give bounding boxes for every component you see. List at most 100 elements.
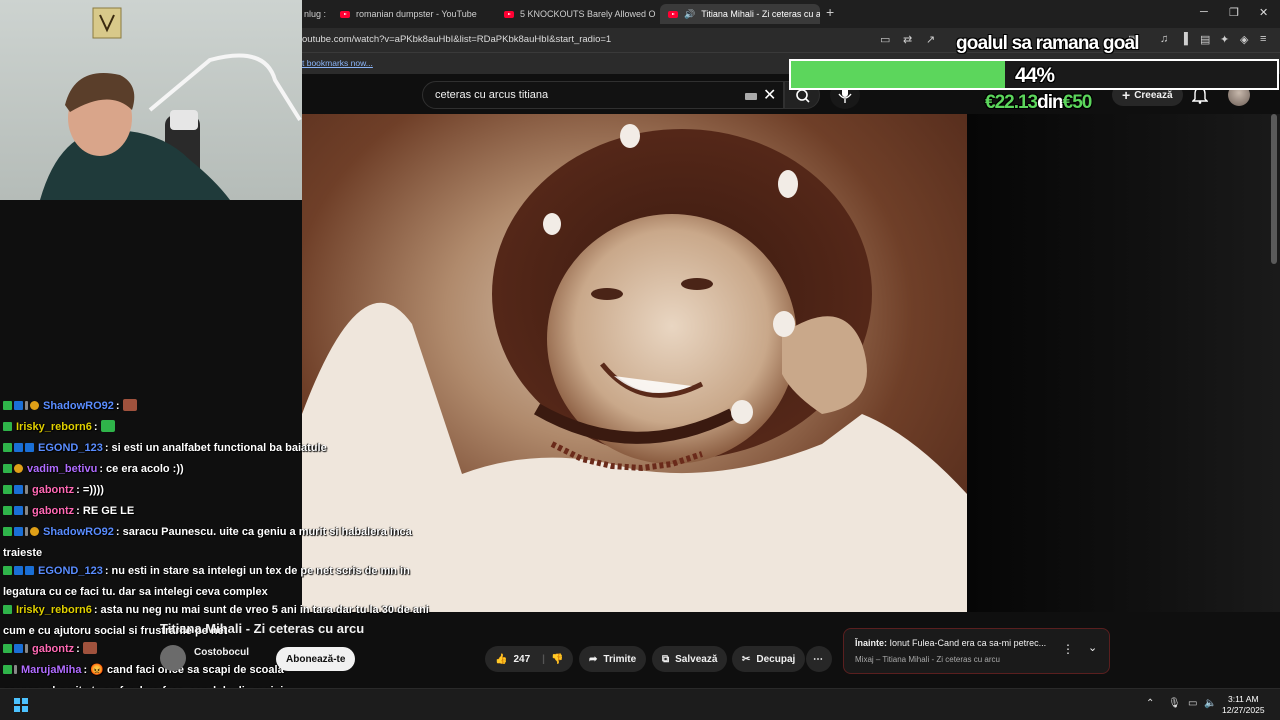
chat-username[interactable]: gabontz: [32, 484, 74, 496]
tab-label: romanian dumpster - YouTube: [356, 9, 477, 19]
chat-username[interactable]: EGOND_123: [38, 442, 103, 454]
windows-start-icon[interactable]: [14, 698, 28, 712]
import-bookmarks-link[interactable]: t bookmarks now...: [302, 58, 373, 68]
goal-progress-fill: [791, 61, 1005, 88]
subscribe-button[interactable]: Abonează-te: [276, 647, 356, 671]
chat-message: gabontz:: [3, 639, 97, 660]
chat-username[interactable]: Irisky_reborn6: [16, 604, 92, 616]
chat-message: Irisky_reborn6:: [3, 417, 115, 438]
volume-icon[interactable]: 🔈: [1204, 698, 1216, 709]
more-vert-icon[interactable]: ⋮: [1062, 642, 1074, 656]
shield-icon[interactable]: ◈: [1240, 33, 1248, 46]
channel-avatar[interactable]: [160, 645, 186, 671]
screen: { "browser": { "tabs": [ {"label": "nlug…: [0, 0, 1280, 720]
chat-username[interactable]: vadim_betivu: [27, 463, 97, 475]
sidebar-icon[interactable]: ▐: [1180, 33, 1188, 45]
chat-username[interactable]: ShadowRO92: [43, 526, 114, 538]
chat-username[interactable]: Irisky_reborn6: [16, 421, 92, 433]
chat-text: :: [115, 400, 123, 412]
page-scrollbar[interactable]: [1271, 114, 1277, 264]
tab-2[interactable]: romanian dumpster - YouTube: [332, 4, 492, 24]
url-field[interactable]: outube.com/watch?v=aPKbk8auHbI&list=RDaP…: [302, 34, 611, 45]
chat-username[interactable]: gabontz: [32, 505, 74, 517]
chat-badge-icon: [3, 644, 12, 653]
speaker-icon: 🔊: [684, 8, 696, 19]
os-taskbar: ⌃ 🎙 ▭ 🔈 3:11 AM 12/27/2025: [0, 688, 1280, 720]
system-clock[interactable]: 3:11 AM 12/27/2025: [1222, 694, 1265, 716]
network-icon[interactable]: ▭: [1188, 698, 1197, 709]
chat-message: EGOND_123: si esti un analfabet function…: [3, 438, 327, 459]
chat-username[interactable]: ShadowRO92: [43, 400, 114, 412]
save-label: Salvează: [675, 653, 718, 665]
chat-badge-icon: [25, 506, 28, 515]
chat-badge-icon: [25, 401, 28, 410]
chat-username[interactable]: MarujaMiha: [21, 664, 82, 676]
chat-username[interactable]: EGOND_123: [38, 565, 103, 577]
youtube-icon: [668, 10, 678, 18]
share-button[interactable]: ➦ Trimite: [579, 646, 647, 672]
translate-icon[interactable]: ⇄: [903, 33, 912, 46]
tray-chevron-up-icon[interactable]: ⌃: [1146, 698, 1154, 709]
tab-4-active[interactable]: 🔊Titiana Mihali - Zi ceteras cu a✕: [660, 4, 820, 24]
more-actions-button[interactable]: ⋯: [806, 646, 832, 672]
clear-search-icon[interactable]: ✕: [763, 85, 776, 105]
channel-name[interactable]: Costobocul: [194, 647, 249, 658]
chat-emote-icon: [100, 420, 115, 432]
like-count[interactable]: 247: [513, 654, 530, 665]
chat-badge-icon: [14, 527, 23, 536]
video-title: Titiana Mihali - Zi ceteras cu arcu: [160, 621, 365, 636]
more-icon: ⋯: [813, 653, 823, 665]
chat-username[interactable]: gabontz: [32, 643, 74, 655]
chat-text: : si esti un analfabet functional ba bai…: [104, 442, 327, 454]
goal-current: €22.13: [985, 92, 1038, 113]
minimize-button[interactable]: ─: [1200, 6, 1208, 18]
up-next-prefix: Înainte:: [855, 638, 888, 648]
search-box[interactable]: ceteras cu arcus titiana ✕: [422, 81, 784, 109]
share-icon[interactable]: ↗: [926, 33, 935, 46]
chevron-down-icon[interactable]: ⌄: [1088, 641, 1097, 654]
like-icon[interactable]: 👍: [495, 654, 507, 665]
restore-button[interactable]: ❐: [1229, 6, 1239, 19]
ai-icon[interactable]: ✦: [1220, 33, 1229, 46]
streamer-webcam: [0, 0, 302, 200]
chat-badge-icon: [25, 485, 28, 494]
wallet-icon[interactable]: ▤: [1200, 33, 1210, 46]
dislike-icon[interactable]: 👎: [551, 654, 563, 665]
chat-badge-icon: [3, 443, 12, 452]
chat-text: : 😡 cand faci orice sa scapi de scoala: [83, 664, 284, 676]
stream-chat: ShadowRO92: Irisky_reborn6: EGOND_123: s…: [0, 396, 440, 720]
new-tab-button[interactable]: +: [826, 4, 834, 20]
clip-label: Decupaj: [756, 653, 796, 665]
clip-button[interactable]: ✂ Decupaj: [732, 646, 806, 672]
chat-text: : saracu Paunescu. uite ca geniu a murit…: [115, 526, 412, 538]
chat-text: : ce era acolo :)): [99, 463, 184, 475]
video-side-panel: [967, 114, 1280, 612]
tab-label: Titiana Mihali - Zi ceteras cu a: [701, 9, 820, 19]
goal-percent: 44%: [1015, 64, 1055, 87]
like-dislike-group: 👍 247 | 👎: [485, 646, 573, 672]
mic-tray-icon[interactable]: 🎙: [1168, 698, 1181, 709]
chat-message: EGOND_123: nu esti in stare sa intelegi …: [3, 561, 410, 582]
chat-badge-icon: [30, 401, 39, 410]
chat-badge-icon: [3, 422, 12, 431]
divider: |: [542, 653, 545, 665]
up-next-card[interactable]: Înainte: Ionut Fulea-Cand era ca sa-mi p…: [843, 628, 1110, 674]
menu-icon[interactable]: ≡: [1260, 33, 1266, 45]
chat-message: gabontz: =)))): [3, 480, 104, 501]
keyboard-icon[interactable]: [745, 93, 757, 100]
search-input[interactable]: ceteras cu arcus titiana: [435, 89, 548, 101]
window-close-button[interactable]: ✕: [1259, 6, 1268, 19]
chat-emote-icon: [82, 642, 97, 654]
music-icon[interactable]: ♫: [1160, 33, 1168, 45]
cast-icon[interactable]: ▭: [880, 33, 890, 46]
chat-message: Irisky_reborn6: asta nu neg nu mai sunt …: [3, 600, 429, 621]
clock-time: 3:11 AM: [1227, 694, 1259, 704]
tab-3[interactable]: 5 KNOCKOUTS Barely Allowed On Yo: [496, 4, 656, 24]
chat-text: : nu esti in stare sa intelegi un tex de…: [104, 565, 410, 577]
chat-badge-icon: [3, 527, 12, 536]
chat-badge-icon: [14, 566, 23, 575]
chat-badge-icon: [25, 443, 34, 452]
save-button[interactable]: ⧉ Salvează: [652, 646, 728, 672]
youtube-icon: [340, 10, 350, 18]
chat-badge-icon: [14, 665, 17, 674]
